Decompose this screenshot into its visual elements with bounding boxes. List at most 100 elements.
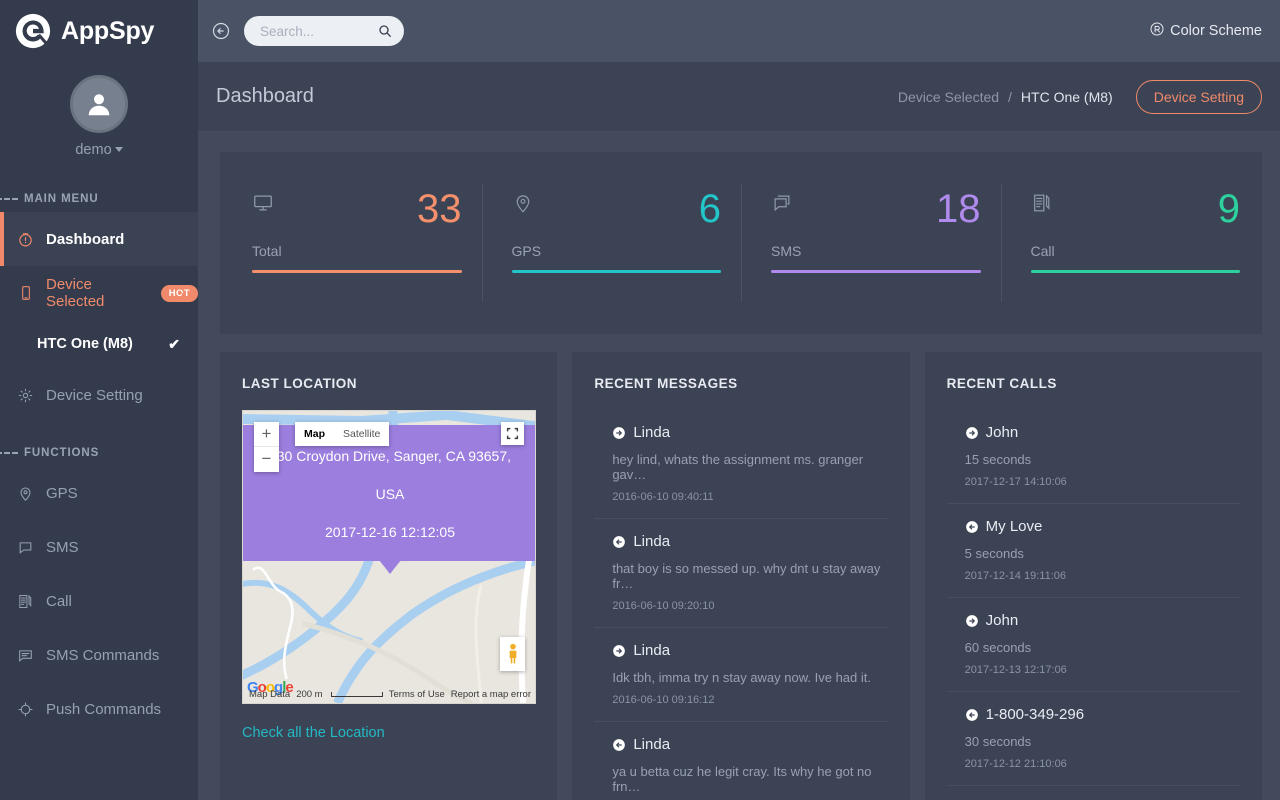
map-info-address: 630 Croydon Drive, Sanger, CA 93657, — [251, 437, 529, 475]
message-row[interactable]: LindaIdk tbh, imma try n stay away now. … — [594, 628, 887, 722]
sidebar-section-label: FUNCTIONS — [24, 447, 99, 459]
map-widget[interactable]: + − Map Satellite — [242, 410, 536, 704]
map-report-error-link[interactable]: Report a map error — [451, 689, 531, 700]
call-timestamp: 2017-12-14 19:11:06 — [965, 570, 1240, 582]
sidebar-item-label: Dashboard — [46, 231, 124, 248]
message-row[interactable]: Lindahey lind, whats the assignment ms. … — [594, 410, 887, 519]
call-row[interactable]: John 15 seconds 2017-12-17 14:10:06 — [947, 410, 1240, 504]
sidebar-item-sms-commands[interactable]: SMS Commands — [0, 628, 198, 682]
sidebar-item-label: Call — [46, 593, 72, 610]
color-scheme-button[interactable]: Color Scheme — [1149, 21, 1262, 41]
sidebar-item-device-setting[interactable]: Device Setting — [0, 368, 198, 422]
stat-bar — [512, 270, 722, 273]
avatar[interactable] — [70, 75, 128, 133]
message-timestamp: 2016-06-10 09:40:11 — [612, 491, 887, 503]
mobile-phone-icon — [16, 284, 35, 303]
sidebar-item-sms[interactable]: SMS — [0, 520, 198, 574]
profile-name-dropdown[interactable]: demo — [75, 142, 122, 158]
monitor-icon — [252, 192, 274, 219]
sidebar-section-functions: FUNCTIONS — [0, 440, 198, 466]
map-attribution: Map Data 200 m Terms of Use Report a map… — [243, 686, 535, 703]
call-contact-name: John — [986, 424, 1019, 441]
device-setting-button[interactable]: Device Setting — [1136, 80, 1262, 114]
sidebar-item-device-selected[interactable]: Device Selected HOT › — [0, 266, 198, 320]
map-type-map-button[interactable]: Map — [295, 422, 334, 446]
profile-name-label: demo — [75, 142, 111, 158]
map-data-label: Map Data — [249, 689, 290, 700]
speech-bubble-icon — [771, 192, 793, 219]
chevron-down-icon — [115, 147, 123, 152]
call-duration: 30 seconds — [965, 734, 1240, 749]
sidebar-item-label: Device Selected — [46, 276, 146, 310]
sidebar-item-label: GPS — [46, 485, 78, 502]
call-contact-name: 1-800-349-296 — [986, 706, 1084, 723]
sidebar-item-htc-one-m8[interactable]: HTC One (M8) ✔ — [0, 320, 198, 368]
sidebar-item-gps[interactable]: GPS — [0, 466, 198, 520]
message-contact-name: Linda — [633, 736, 670, 753]
call-timestamp: 2017-12-12 21:10:06 — [965, 758, 1240, 770]
map-scale-label: 200 m — [296, 689, 322, 700]
arrow-right-circle-icon — [965, 614, 979, 628]
call-row[interactable]: My Love5 seconds2017-12-14 19:11:06 — [947, 504, 1240, 598]
sidebar-item-label: Push Commands — [46, 701, 161, 718]
appspy-logo-icon — [14, 12, 52, 50]
brand-name: AppSpy — [61, 17, 154, 46]
message-row[interactable]: Linda ya u betta cuz he legit cray. Its w… — [594, 722, 887, 800]
street-view-pegman-icon[interactable] — [500, 637, 525, 671]
search-input[interactable] — [244, 16, 404, 46]
stat-label: Total — [252, 243, 462, 259]
sidebar-item-label: SMS Commands — [46, 647, 159, 664]
push-target-icon — [16, 700, 35, 719]
section-dash-icon — [0, 198, 18, 200]
call-timestamp: 2017-12-13 12:17:06 — [965, 664, 1240, 676]
collapse-sidebar-icon[interactable] — [208, 18, 234, 44]
stat-value: 33 — [417, 192, 462, 226]
message-text: ya u betta cuz he legit cray. Its why he… — [612, 764, 887, 794]
stat-label: GPS — [512, 243, 722, 259]
color-scheme-label: Color Scheme — [1170, 23, 1262, 39]
speech-bubble-icon — [16, 538, 35, 557]
messages-list: Lindahey lind, whats the assignment ms. … — [594, 410, 887, 800]
map-type-satellite-button[interactable]: Satellite — [334, 422, 389, 446]
arrow-left-circle-icon — [612, 535, 626, 549]
map-zoom-in-button[interactable]: + — [254, 422, 279, 447]
map-info-timestamp: 2017-12-16 12:12:05 — [251, 513, 529, 551]
call-header: My Love — [965, 518, 1240, 535]
profile-block: demo — [0, 62, 198, 158]
sidebar-item-label: SMS — [46, 539, 79, 556]
message-row[interactable]: Lindathat boy is so messed up. why dnt u… — [594, 519, 887, 628]
panel-recent-calls: RECENT CALLS John 15 seconds 2017-12-17 14… — [925, 352, 1262, 800]
color-scheme-icon — [1149, 21, 1165, 41]
map-terms-link[interactable]: Terms of Use — [389, 689, 445, 700]
fullscreen-icon[interactable] — [501, 422, 524, 445]
stat-total: 33 Total — [222, 152, 482, 334]
sidebar-item-call[interactable]: Call — [0, 574, 198, 628]
arrow-left-circle-icon — [965, 520, 979, 534]
brand-logo-area[interactable]: AppSpy — [0, 0, 198, 62]
panel-title: LAST LOCATION — [242, 376, 535, 391]
sidebar-item-push-commands[interactable]: Push Commands — [0, 682, 198, 736]
call-log-icon — [16, 592, 35, 611]
breadcrumb-parent[interactable]: Device Selected — [898, 89, 999, 105]
arrow-left-circle-icon — [612, 738, 626, 752]
call-row[interactable]: 1-800-349-296 30 seconds 2017-12-12 21:10:… — [947, 692, 1240, 786]
message-text: Idk tbh, imma try n stay away now. Ive h… — [612, 670, 887, 685]
sidebar-item-dashboard[interactable]: Dashboard — [0, 212, 198, 266]
call-header: 1-800-349-296 — [965, 706, 1240, 723]
stat-bar — [771, 270, 981, 273]
call-duration: 15 seconds — [965, 452, 1240, 467]
call-row[interactable]: John60 seconds2017-12-13 12:17:06 — [947, 598, 1240, 692]
call-duration: 60 seconds — [965, 640, 1240, 655]
map-info-pointer — [379, 560, 401, 574]
topbar: Color Scheme — [198, 0, 1280, 62]
call-timestamp: 2017-12-17 14:10:06 — [965, 476, 1240, 488]
breadcrumb-separator: / — [1008, 89, 1012, 105]
panel-title: RECENT CALLS — [947, 376, 1240, 391]
map-info-country: USA — [251, 475, 529, 513]
check-all-location-link[interactable]: Check all the Location — [242, 725, 385, 741]
panel-title: RECENT MESSAGES — [594, 376, 887, 391]
chevron-right-icon: › — [180, 286, 184, 301]
arrow-left-circle-icon — [965, 708, 979, 722]
map-zoom-out-button[interactable]: − — [254, 447, 279, 472]
message-timestamp: 2016-06-10 09:20:10 — [612, 600, 887, 612]
